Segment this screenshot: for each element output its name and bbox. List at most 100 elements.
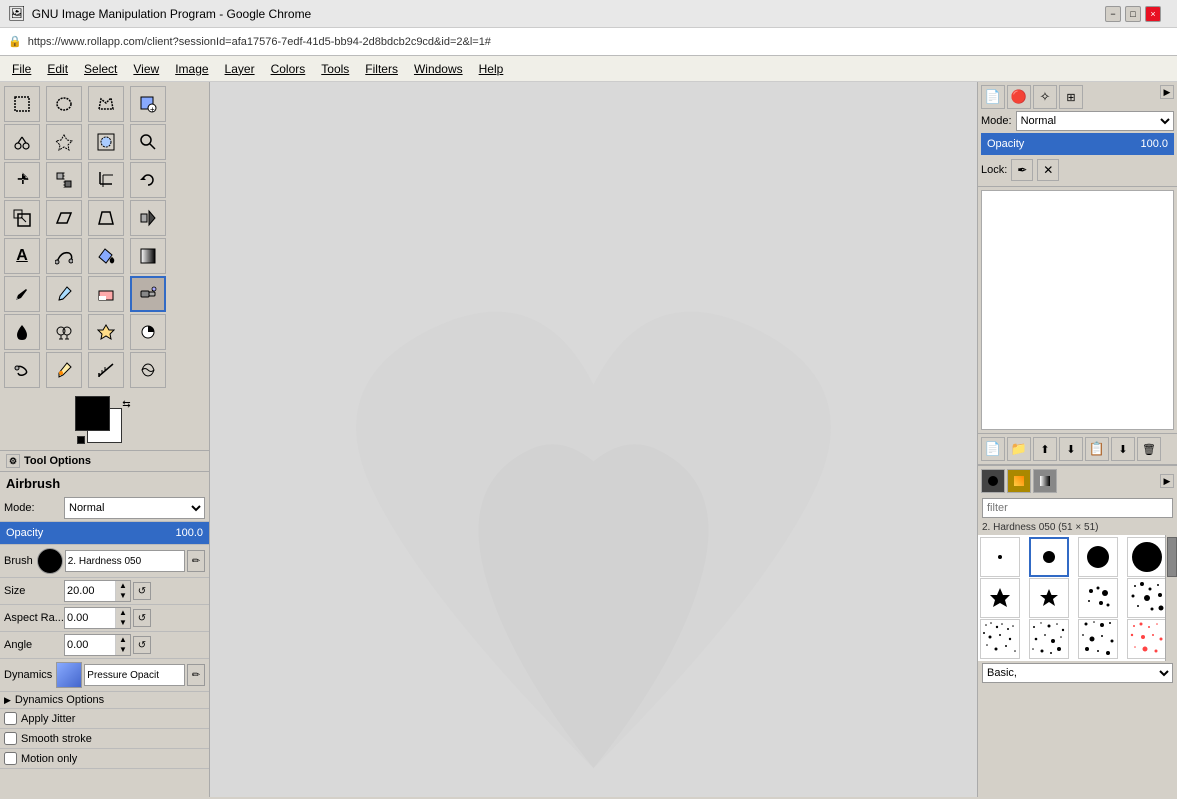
tool-options-tab[interactable]: Tool Options [24,455,91,467]
tool-color-picker[interactable] [46,352,82,388]
brushes-scrollbar[interactable] [1165,535,1177,661]
tool-fuzzy-select[interactable] [46,124,82,160]
tool-perspective[interactable] [88,200,124,236]
angle-reset-button[interactable]: ↺ [133,636,151,654]
tool-magnify[interactable] [130,124,166,160]
tool-heal[interactable] [88,314,124,350]
tool-smudge[interactable] [4,352,40,388]
tool-pencil[interactable] [4,276,40,312]
aspect-reset-button[interactable]: ↺ [133,609,151,627]
smooth-stroke-label[interactable]: Smooth stroke [21,733,92,745]
brush-item-scatter1[interactable] [980,619,1020,659]
paths-expand-icon[interactable]: ⊞ [1059,85,1083,109]
dynamics-name-display[interactable]: Pressure Opacit [84,664,185,686]
dynamics-options-section[interactable]: ▶ Dynamics Options [0,692,209,709]
panel-expand-button[interactable]: ▶ [1160,85,1174,99]
aspect-input[interactable] [65,608,115,628]
minimize-button[interactable]: − [1105,6,1121,22]
brush-type-black-button[interactable] [981,469,1005,493]
new-layer-button[interactable]: 📄 [981,437,1005,461]
tool-move[interactable]: ✛ [4,162,40,198]
brush-item-dots1[interactable] [1078,578,1118,618]
brush-item-small-hard[interactable] [1029,537,1069,577]
maximize-button[interactable]: □ [1125,6,1141,22]
tool-scissors[interactable] [4,124,40,160]
lower-layer-button[interactable]: ⬆ [1033,437,1057,461]
layers-mode-select[interactable]: Normal [1016,111,1174,131]
brush-item-medium-hard[interactable] [1078,537,1118,577]
anchor-layer-button[interactable]: 📋 [1085,437,1109,461]
channels-panel-icon[interactable]: 🔴 [1007,85,1031,109]
size-down-button[interactable]: ▼ [116,591,130,601]
canvas-area[interactable] [210,82,977,797]
menu-windows[interactable]: Windows [406,60,471,78]
tool-measure[interactable] [88,352,124,388]
menu-file[interactable]: File [4,60,39,78]
lock-alpha-button[interactable]: ✕ [1037,159,1059,181]
tool-rect-select[interactable] [4,86,40,122]
brush-type-pattern-button[interactable] [1007,469,1031,493]
brush-item-red-dot[interactable] [1127,619,1167,659]
aspect-up-button[interactable]: ▲ [116,608,130,618]
aspect-down-button[interactable]: ▼ [116,618,130,628]
tool-clone[interactable] [46,314,82,350]
angle-up-button[interactable]: ▲ [116,635,130,645]
tool-scale[interactable] [4,200,40,236]
lock-pixel-button[interactable]: ✒ [1011,159,1033,181]
apply-jitter-label[interactable]: Apply Jitter [21,713,75,725]
browser-url[interactable]: https://www.rollapp.com/client?sessionId… [28,36,491,48]
close-button[interactable]: × [1145,6,1161,22]
brush-item-scatter3[interactable] [1078,619,1118,659]
brushes-expand-button[interactable]: ▶ [1160,474,1174,488]
layers-opacity-slider[interactable]: Opacity 100.0 [981,133,1174,155]
tool-crop[interactable] [88,162,124,198]
dynamics-edit-button[interactable]: ✏ [187,664,205,686]
tool-bucket-fill[interactable] [88,238,124,274]
mode-select[interactable]: Normal Dissolve Multiply [64,497,205,519]
layers-panel-icon[interactable]: 📄 [981,85,1005,109]
tool-rotate[interactable] [130,162,166,198]
motion-only-checkbox[interactable] [4,752,17,765]
tool-flip[interactable] [130,200,166,236]
tool-foreground-select[interactable]: + [130,86,166,122]
motion-only-label[interactable]: Motion only [21,753,77,765]
paths-panel-icon[interactable]: ✧ [1033,85,1057,109]
size-input[interactable] [65,581,115,601]
menu-image[interactable]: Image [167,60,216,78]
reset-colors-button[interactable] [77,436,85,444]
brush-item-star1[interactable] [980,578,1020,618]
delete-layer-button[interactable]: 🗑 [1137,437,1161,461]
tool-free-select[interactable] [88,86,124,122]
duplicate-layer-button[interactable]: ⬇ [1059,437,1083,461]
tool-airbrush[interactable] [130,276,166,312]
brush-item-dots2[interactable] [1127,578,1167,618]
brush-item-tiny-dot[interactable] [980,537,1020,577]
tool-dodge-burn[interactable] [130,314,166,350]
menu-layer[interactable]: Layer [217,60,263,78]
menu-tools[interactable]: Tools [313,60,357,78]
tool-shear[interactable] [46,200,82,236]
brush-set-select[interactable]: Basic, [982,663,1173,683]
menu-colors[interactable]: Colors [263,60,314,78]
angle-input[interactable] [65,635,115,655]
brush-name-display[interactable]: 2. Hardness 050 [65,550,185,572]
tool-blend[interactable] [130,238,166,274]
merge-down-button[interactable]: ⬇ [1111,437,1135,461]
menu-filters[interactable]: Filters [357,60,406,78]
tool-path[interactable] [46,238,82,274]
dynamics-icon[interactable] [56,662,82,688]
brush-item-large-hard[interactable] [1127,537,1167,577]
tool-ink[interactable] [4,314,40,350]
brush-type-gradient-button[interactable] [1033,469,1057,493]
menu-view[interactable]: View [125,60,167,78]
tool-align[interactable] [46,162,82,198]
menu-select[interactable]: Select [76,60,125,78]
menu-help[interactable]: Help [471,60,512,78]
tool-warp[interactable] [130,352,166,388]
apply-jitter-checkbox[interactable] [4,712,17,725]
opacity-slider[interactable]: Opacity 100.0 [0,522,209,544]
angle-down-button[interactable]: ▼ [116,645,130,655]
tool-paintbrush[interactable] [46,276,82,312]
brush-preview-icon[interactable] [37,548,63,574]
size-reset-button[interactable]: ↺ [133,582,151,600]
